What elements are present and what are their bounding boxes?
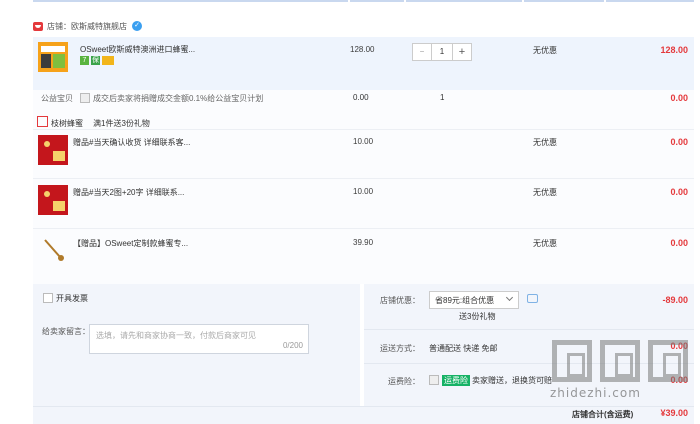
insurance-info: 运费险 卖家赠送，退换货可赔 <box>442 375 552 386</box>
item-unit-price: 128.00 <box>350 45 375 54</box>
shop-discount-sub: 送3份礼物 <box>459 312 496 321</box>
watermark-glyph <box>600 340 640 382</box>
item-subtotal: 128.00 <box>660 45 688 55</box>
delivery-label: 运送方式： <box>380 344 420 353</box>
honey-spoon-thumbnail[interactable] <box>38 234 68 264</box>
divider <box>364 329 694 330</box>
seven-day-return-badge[interactable]: 7 <box>80 56 89 65</box>
insurance-label: 运费险： <box>388 377 420 386</box>
chevron-down-icon <box>505 293 514 302</box>
charity-text: 成交后卖家将捐赠成交金额0.1%给公益宝贝计划 <box>93 94 264 103</box>
top-header-divider <box>0 0 700 2</box>
gift-item-total: 0.00 <box>670 137 688 147</box>
gift-item-price: 10.00 <box>353 187 374 196</box>
watermark-text: zhidezhi.com <box>550 386 641 400</box>
charity-price: 0.00 <box>353 93 369 102</box>
divider <box>33 178 694 179</box>
shop-total-bar: 店铺合计(含运费) ¥39.00 <box>33 406 694 424</box>
shop-discount-select[interactable]: 省89元:组合优惠 <box>429 291 519 309</box>
charity-quantity: 1 <box>440 93 445 102</box>
gift-item-price: 10.00 <box>353 137 374 146</box>
shop-total-label: 店铺合计(含运费) <box>572 410 634 419</box>
charity-checkbox <box>80 93 90 103</box>
watermark-glyph <box>648 340 688 382</box>
wangwang-chat-icon[interactable]: ✓ <box>132 21 142 31</box>
invoice-label[interactable]: 开具发票 <box>56 293 88 304</box>
gift-card-thumbnail[interactable] <box>38 185 68 215</box>
gift-item-discount: 无优惠 <box>533 188 557 197</box>
gift-icon <box>37 116 48 127</box>
quantity-decrease-button[interactable]: − <box>412 43 432 61</box>
invoice-checkbox[interactable] <box>43 293 53 303</box>
gift-item-total: 0.00 <box>670 238 688 248</box>
quantity-stepper: − 1 + <box>412 43 472 61</box>
item-discount: 无优惠 <box>533 46 557 55</box>
quantity-input[interactable]: 1 <box>432 43 452 61</box>
insurance-text: 卖家赠送，退换货可赔 <box>472 376 552 385</box>
gift-promo-desc: 满1件送3份礼物 <box>93 119 150 128</box>
shop-discount-label: 店铺优惠： <box>380 296 420 305</box>
divider <box>33 228 694 229</box>
message-counter: 0/200 <box>282 341 303 350</box>
gift-item-discount: 无优惠 <box>533 138 557 147</box>
shop-header: 店铺：欧斯威特旗舰店 ✓ <box>33 18 142 34</box>
shop-icon <box>33 21 43 31</box>
item-badges: 7保 <box>80 56 116 65</box>
divider <box>33 129 694 130</box>
gift-card-thumbnail[interactable] <box>38 135 68 165</box>
message-label: 给卖家留言： <box>42 327 90 336</box>
item-name[interactable]: OSweet欧斯威特澳洲进口蜂蜜... <box>80 44 195 55</box>
insurance-tag: 运费险 <box>442 375 470 386</box>
guarantee-badge[interactable]: 保 <box>91 56 100 65</box>
insurance-checkbox <box>429 375 439 385</box>
quantity-increase-button[interactable]: + <box>452 43 472 61</box>
charity-total: 0.00 <box>670 93 688 103</box>
gift-item-discount: 无优惠 <box>533 239 557 248</box>
charity-label: 公益宝贝 <box>41 94 73 103</box>
message-placeholder: 选填，请先和商家协商一致，付款后商家可见 <box>96 331 256 340</box>
chat-icon[interactable] <box>527 294 538 303</box>
watermark-glyph <box>552 340 592 382</box>
delivery-value: 普通配送 快递 免邮 <box>429 344 498 353</box>
gift-item-price: 39.90 <box>353 238 374 247</box>
shop-discount-selected: 省89元:组合优惠 <box>435 296 495 305</box>
shop-discount-amount: -89.00 <box>662 295 688 305</box>
shop-total-amount: ¥39.00 <box>660 408 688 418</box>
gift-item-name[interactable]: 赠品#当天确认收货 详细联系客... <box>73 137 190 148</box>
gift-item-name[interactable]: 赠品#当天2图+20字 详细联系... <box>73 187 184 198</box>
card-icon[interactable] <box>102 56 114 65</box>
honey-product-thumbnail[interactable] <box>38 42 68 72</box>
gift-item-total: 0.00 <box>670 187 688 197</box>
message-textarea[interactable]: 选填，请先和商家协商一致，付款后商家可见 0/200 <box>89 324 309 354</box>
gift-item-name[interactable]: 【赠品】OSweet定制款蜂蜜专... <box>73 238 188 249</box>
site-watermark: zhidezhi.com <box>548 340 694 400</box>
gift-promo-title: 枝树蜂蜜 <box>51 119 83 128</box>
shop-name-link[interactable]: 店铺：欧斯威特旗舰店 <box>47 21 127 32</box>
